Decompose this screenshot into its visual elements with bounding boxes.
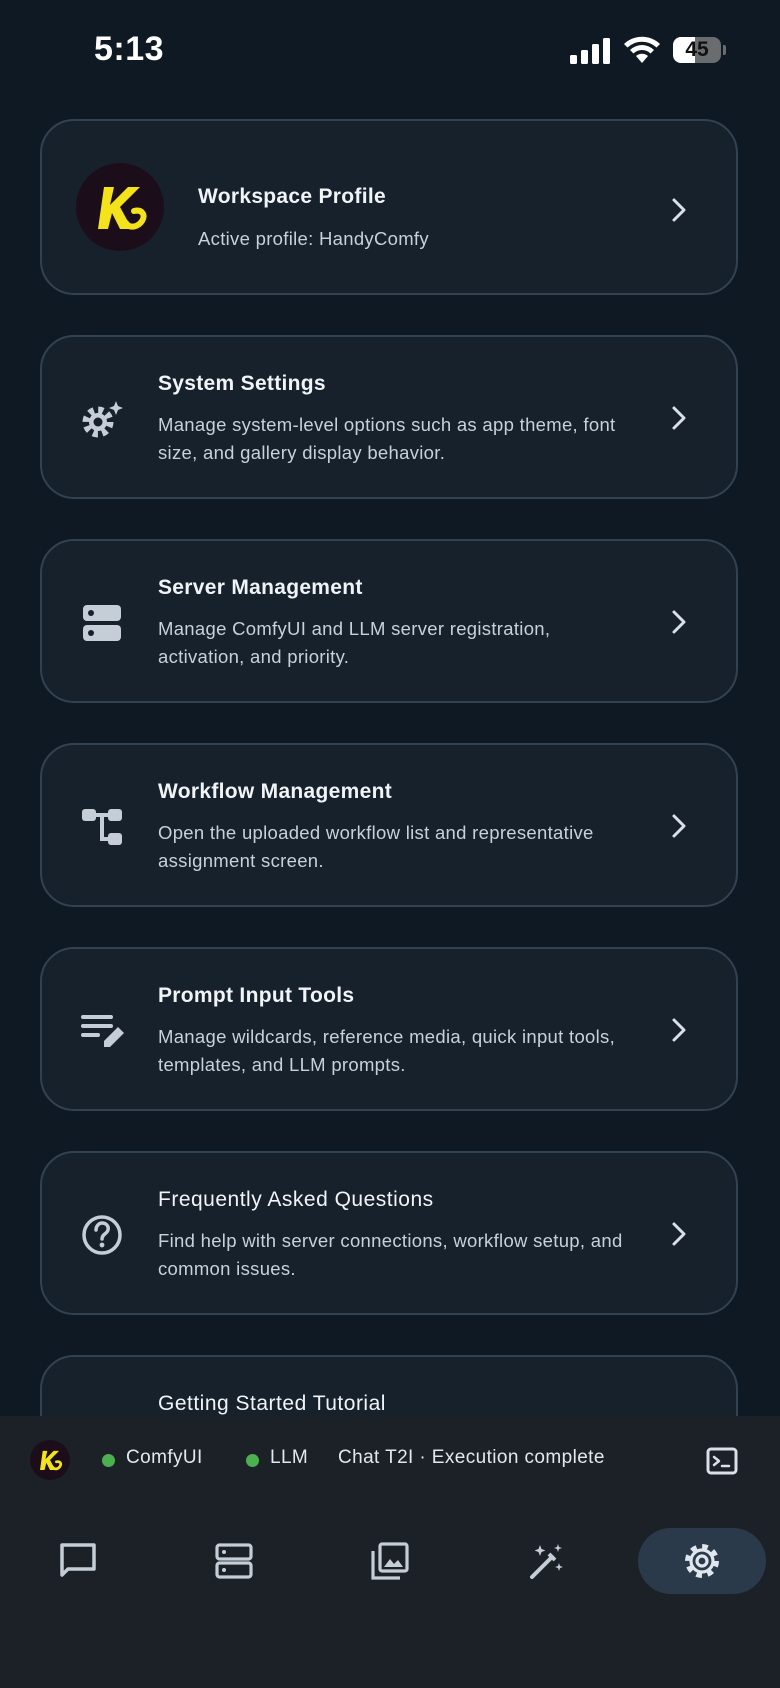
workflow-tree-icon <box>82 809 122 845</box>
battery-icon: 45 <box>673 37 727 65</box>
card-description: Manage wildcards, reference media, quick… <box>158 1026 616 1075</box>
chat-icon <box>60 1543 96 1577</box>
workflow-management-card[interactable]: Workflow Management Open the uploaded wo… <box>40 743 738 907</box>
status-time: 5:13 <box>94 30 165 68</box>
status-bar: 5:13 45 <box>0 0 780 104</box>
card-title: Server Management <box>158 576 363 599</box>
card-title: Prompt Input Tools <box>158 984 355 1007</box>
wifi-icon <box>624 36 660 63</box>
nav-servers[interactable] <box>179 1528 289 1594</box>
chevron-right-icon <box>672 814 686 838</box>
card-description: Find help with server connections, workf… <box>158 1230 623 1279</box>
edit-note-icon <box>81 1015 124 1047</box>
signal-icon <box>570 38 610 64</box>
settings-sparkle-icon <box>82 401 123 438</box>
llm-label: LLM <box>270 1447 309 1468</box>
server-management-card[interactable]: Server Management Manage ComfyUI and LLM… <box>40 539 738 703</box>
card-title: Frequently Asked Questions <box>158 1188 434 1211</box>
settings-list[interactable]: Workspace Profile Active profile: HandyC… <box>0 104 780 1416</box>
card-title: Workspace Profile <box>198 185 386 208</box>
execution-status: Chat T2I · Execution complete <box>338 1447 605 1468</box>
card-title: Workflow Management <box>158 780 393 803</box>
nav-settings[interactable] <box>638 1528 766 1594</box>
nav-gallery[interactable] <box>335 1528 445 1594</box>
server-icon <box>83 605 121 641</box>
card-description: Manage system-level options such as app … <box>158 414 616 463</box>
nav-chat[interactable] <box>23 1528 133 1594</box>
system-settings-card[interactable]: System Settings Manage system-level opti… <box>40 335 738 499</box>
settings-icon <box>685 1544 719 1578</box>
card-title: System Settings <box>158 372 326 395</box>
workspace-avatar-small <box>30 1440 70 1480</box>
gallery-icon <box>371 1542 409 1580</box>
card-description: Manage ComfyUI and LLM server registrati… <box>158 618 551 667</box>
comfyui-status-dot <box>102 1454 115 1467</box>
faq-card[interactable]: Frequently Asked Questions Find help wit… <box>40 1151 738 1315</box>
llm-status-dot <box>246 1454 259 1467</box>
getting-started-card[interactable]: Getting Started Tutorial <box>40 1355 738 1416</box>
nav-magic[interactable] <box>491 1528 601 1594</box>
chevron-right-icon <box>672 1018 686 1042</box>
card-description: Open the uploaded workflow list and repr… <box>158 822 594 871</box>
chevron-right-icon <box>672 1222 686 1246</box>
help-circle-icon <box>82 1215 122 1255</box>
workspace-avatar <box>76 163 164 251</box>
terminal-icon[interactable] <box>706 1446 738 1476</box>
chevron-right-icon <box>672 198 686 222</box>
magic-wand-icon <box>530 1544 563 1579</box>
comfyui-label: ComfyUI <box>126 1447 203 1468</box>
connection-status-bar: ComfyUI LLM Chat T2I · Execution complet… <box>0 1416 780 1506</box>
chevron-right-icon <box>672 406 686 430</box>
bottom-nav-bar <box>0 1506 780 1688</box>
card-description: Active profile: HandyComfy <box>198 228 429 249</box>
prompt-input-tools-card[interactable]: Prompt Input Tools Manage wildcards, ref… <box>40 947 738 1111</box>
workspace-profile-card[interactable]: Workspace Profile Active profile: HandyC… <box>40 119 738 295</box>
battery-level: 45 <box>685 38 709 61</box>
card-title: Getting Started Tutorial <box>158 1392 386 1415</box>
chevron-right-icon <box>672 610 686 634</box>
server-icon <box>215 1543 253 1579</box>
